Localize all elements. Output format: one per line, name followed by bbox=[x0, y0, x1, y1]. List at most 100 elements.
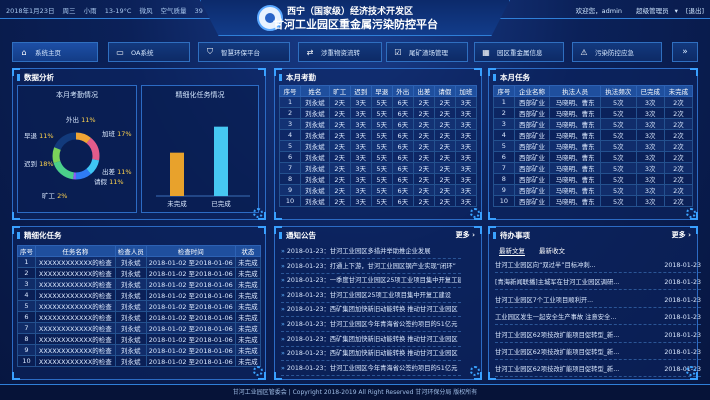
todo-item[interactable]: 甘河工业园区7个工业项目顺利开... 2018-01-23 bbox=[495, 294, 701, 308]
table-cell: 刘永斌 bbox=[114, 322, 147, 334]
todo-item-text: 甘河工业园区62项技改扩能项目促转型_新... bbox=[495, 366, 620, 374]
table-row[interactable]: 7 西部矿业 马晓明、曹东 5次 3次 2次 bbox=[493, 162, 694, 174]
notice-item[interactable]: 2018-01-23：打通上下游，甘河工业园区钢产业实现“闭环” bbox=[281, 260, 461, 274]
nav-item-oa[interactable]: ▭ OA系统 bbox=[108, 42, 190, 62]
label-late: 迟到 18% bbox=[24, 160, 54, 168]
todo-item[interactable]: 甘河工业园区向“双过半”目标冲刺... 2018-01-23 bbox=[495, 259, 701, 273]
notice-more-link[interactable]: 更多 › bbox=[456, 230, 475, 240]
column-header[interactable]: 出差 bbox=[412, 85, 435, 97]
notice-item[interactable]: 2018-01-23：一季度甘河工业园区25项工业项目集中开复工建设 bbox=[281, 274, 461, 289]
table-row[interactable]: 10 刘永斌 2天 3天 5天 6天 2天 2天 3天 bbox=[278, 195, 478, 207]
table-cell: 2天 bbox=[433, 96, 456, 108]
table-cell: 5次 bbox=[599, 195, 637, 207]
todo-item[interactable]: 甘河工业园区62项技改扩能项目促转型_新... 2018-01-23 bbox=[495, 363, 701, 378]
table-row[interactable]: 2 西部矿业 马晓明、曹东 5次 3次 2次 bbox=[493, 107, 694, 119]
table-row[interactable]: 8 西部矿业 马晓明、曹东 5次 3次 2次 bbox=[493, 173, 694, 185]
table-row[interactable]: 1 XXXXXXXXXXXX的检查 刘永斌 2018-01-02 至2018-01-0… bbox=[17, 256, 262, 268]
table-row[interactable]: 9 刘永斌 2天 3天 5天 6天 2天 2天 3天 bbox=[278, 184, 478, 196]
notice-item[interactable]: 2018-01-23：甘河工业园区今年青海省公签约项目的51亿元 bbox=[281, 318, 461, 332]
todo-item[interactable]: 甘河工业园区62项技改扩能项目促转型_新... 2018-01-23 bbox=[495, 329, 701, 343]
column-header[interactable]: 迟到 bbox=[349, 85, 372, 97]
table-row[interactable]: 7 XXXXXXXXXXXX的检查 刘永斌 2018-01-02 至2018-01-0… bbox=[17, 322, 262, 334]
todo-item[interactable]: 甘河工业园区62项技改扩能项目促转型_新... 2018-01-23 bbox=[495, 346, 701, 360]
nav-item-heavy-metal-info[interactable]: ▦ 园区重金属信息 bbox=[474, 42, 564, 62]
column-header[interactable]: 企业名称 bbox=[513, 85, 551, 97]
table-row[interactable]: 9 XXXXXXXXXXXX的检查 刘永斌 2018-01-02 至2018-01-0… bbox=[17, 344, 262, 356]
table-row[interactable]: 10 XXXXXXXXXXXX的检查 刘永斌 2018-01-02 至2018-01-… bbox=[17, 355, 262, 367]
table-row[interactable]: 4 XXXXXXXXXXXX的检查 刘永斌 2018-01-02 至2018-01-0… bbox=[17, 289, 262, 301]
table-cell: 刘永斌 bbox=[300, 107, 330, 119]
fine-task-table: 序号 任务名称 检查人员 检查时间 状态 1 XXXXXXXXXXXX的检查 刘永斌 2018-… bbox=[17, 245, 262, 367]
column-header[interactable]: 状态 bbox=[234, 245, 262, 257]
column-header[interactable]: 任务名称 bbox=[35, 245, 116, 257]
notice-item[interactable]: 2018-01-23：西矿集团加快新旧动能转换 推动甘河工业园区 bbox=[281, 303, 461, 318]
table-row[interactable]: 3 刘永斌 2天 3天 5天 6天 2天 2天 3天 bbox=[278, 118, 478, 130]
column-header[interactable]: 请假 bbox=[433, 85, 456, 97]
table-row[interactable]: 3 西部矿业 马晓明、曹东 5次 3次 2次 bbox=[493, 118, 694, 130]
welcome-text: 欢迎您，admin bbox=[575, 7, 622, 15]
tab-latest-reply[interactable]: 最新文复 bbox=[499, 245, 525, 256]
table-row[interactable]: 8 刘永斌 2天 3天 5天 6天 2天 2天 3天 bbox=[278, 173, 478, 185]
column-header[interactable]: 检查时间 bbox=[145, 245, 236, 257]
column-header[interactable]: 外出 bbox=[391, 85, 414, 97]
table-cell: 3次 bbox=[635, 129, 665, 141]
column-header[interactable]: 早退 bbox=[370, 85, 393, 97]
notice-item[interactable]: 2018-01-23：西矿集团加快新旧动能转换 推动甘河工业园区 bbox=[281, 347, 461, 362]
table-row[interactable]: 6 XXXXXXXXXXXX的检查 刘永斌 2018-01-02 至2018-01-0… bbox=[17, 311, 262, 323]
column-header[interactable]: 执法频次 bbox=[599, 85, 637, 97]
todo-item-date: 2018-01-23 bbox=[664, 314, 701, 322]
table-cell: 3天 bbox=[349, 162, 372, 174]
notice-item[interactable]: 2018-01-23：西矿集团加快新旧动能转换 推动甘河工业园区 bbox=[281, 333, 461, 347]
nav-item-tailings[interactable]: ☑ 尾矿渣场管理 bbox=[386, 42, 468, 62]
todo-more-link[interactable]: 更多 › bbox=[672, 230, 691, 240]
table-row[interactable]: 2 刘永斌 2天 3天 5天 6天 2天 2天 3天 bbox=[278, 107, 478, 119]
table-cell: 5天 bbox=[370, 195, 393, 207]
table-row[interactable]: 6 西部矿业 马晓明、曹东 5次 3次 2次 bbox=[493, 151, 694, 163]
table-cell: 3天 bbox=[349, 151, 372, 163]
column-header[interactable]: 加班 bbox=[454, 85, 478, 97]
nav-item-material-flow[interactable]: ⇄ 涉重物资流转 bbox=[298, 42, 382, 62]
column-header[interactable]: 未完成 bbox=[663, 85, 694, 97]
notice-item[interactable]: 2018-01-23：甘河工业园区今年青海省公签约项目的51亿元 bbox=[281, 362, 461, 376]
table-row[interactable]: 6 刘永斌 2天 3天 5天 6天 2天 2天 3天 bbox=[278, 151, 478, 163]
column-header[interactable]: 执法人员 bbox=[549, 85, 601, 97]
column-header[interactable]: 检查人员 bbox=[114, 245, 147, 257]
column-header[interactable]: 已完成 bbox=[635, 85, 665, 97]
tab-latest-received[interactable]: 最新收文 bbox=[539, 245, 565, 256]
table-cell: 4 bbox=[278, 129, 302, 141]
table-cell: 马晓明、曹东 bbox=[549, 96, 601, 108]
chevron-right-icon: › bbox=[688, 231, 691, 239]
table-row[interactable]: 8 XXXXXXXXXXXX的检查 刘永斌 2018-01-02 至2018-01-0… bbox=[17, 333, 262, 345]
table-cell: 2天 bbox=[412, 151, 435, 163]
table-row[interactable]: 4 刘永斌 2天 3天 5天 6天 2天 2天 3天 bbox=[278, 129, 478, 141]
todo-item[interactable]: 工业园区发生一起安全生产事故 注意安全... 2018-01-23 bbox=[495, 311, 701, 326]
table-row[interactable]: 9 西部矿业 马晓明、曹东 5次 3次 2次 bbox=[493, 184, 694, 196]
column-header[interactable]: 旷工 bbox=[328, 85, 351, 97]
table-row[interactable]: 3 XXXXXXXXXXXX的检查 刘永斌 2018-01-02 至2018-01-0… bbox=[17, 278, 262, 290]
table-row[interactable]: 5 刘永斌 2天 3天 5天 6天 2天 2天 3天 bbox=[278, 140, 478, 152]
todo-item[interactable]: [青海新闻联播]主城军在甘河工业园区调研... 2018-01-23 bbox=[495, 276, 701, 291]
column-header[interactable]: 序号 bbox=[493, 85, 515, 97]
donut-chart bbox=[52, 132, 100, 180]
column-header[interactable]: 序号 bbox=[278, 85, 302, 97]
column-header[interactable]: 序号 bbox=[17, 245, 36, 257]
table-cell: 刘永斌 bbox=[114, 289, 147, 301]
nav-item-eco-platform[interactable]: ⛉ 智慧环保平台 bbox=[198, 42, 290, 62]
table-row[interactable]: 5 西部矿业 马晓明、曹东 5次 3次 2次 bbox=[493, 140, 694, 152]
notice-item[interactable]: 2018-01-23：甘河工业园区25项工业项目集中开复工建设 bbox=[281, 289, 461, 303]
table-row[interactable]: 2 XXXXXXXXXXXX的检查 刘永斌 2018-01-02 至2018-01-0… bbox=[17, 267, 262, 279]
nav-arrow-button[interactable]: » bbox=[672, 42, 698, 62]
table-row[interactable]: 1 刘永斌 2天 3天 5天 6天 2天 2天 3天 bbox=[278, 96, 478, 108]
table-row[interactable]: 5 XXXXXXXXXXXX的检查 刘永斌 2018-01-02 至2018-01-0… bbox=[17, 300, 262, 312]
nav-item-emergency[interactable]: ⚠ 污染防控应急 bbox=[572, 42, 662, 62]
role-dropdown[interactable]: 超级管理员 ▾ bbox=[630, 7, 678, 15]
table-row[interactable]: 4 西部矿业 马晓明、曹东 5次 3次 2次 bbox=[493, 129, 694, 141]
column-header[interactable]: 姓名 bbox=[300, 85, 330, 97]
table-row[interactable]: 7 刘永斌 2天 3天 5天 6天 2天 2天 3天 bbox=[278, 162, 478, 174]
notice-item[interactable]: 2018-01-23：甘河工业园区多措并举助推企业发展 bbox=[281, 245, 461, 259]
table-row[interactable]: 1 西部矿业 马晓明、曹东 5次 3次 2次 bbox=[493, 96, 694, 108]
analysis-panel: 数据分析 本月考勤情况 外出 11% 加班 17% 早退 11% 迟到 18% … bbox=[12, 68, 266, 220]
table-row[interactable]: 10 西部矿业 马晓明、曹东 5次 3次 2次 bbox=[493, 195, 694, 207]
nav-item-home[interactable]: ⌂ 系统主页 bbox=[12, 42, 98, 62]
logout-link[interactable]: [退出] bbox=[686, 7, 704, 15]
